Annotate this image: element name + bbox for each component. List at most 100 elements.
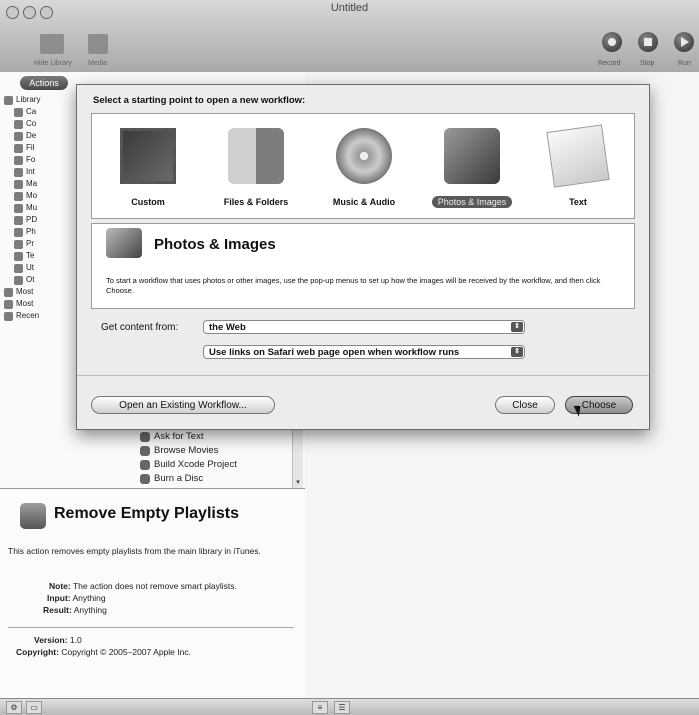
list-item[interactable]: Ask for Text — [140, 430, 290, 444]
library-item[interactable]: Pr — [4, 238, 74, 250]
media-icon — [88, 34, 108, 54]
smart-folder-icon — [4, 311, 13, 321]
action-description: This action removes empty playlists from… — [8, 546, 261, 556]
text-icon — [546, 124, 610, 188]
list-item[interactable]: Burn a Disc — [140, 472, 290, 486]
library-item[interactable]: Most — [4, 298, 74, 310]
library-item[interactable]: De — [4, 130, 74, 142]
library-item[interactable]: PD — [4, 214, 74, 226]
library-item[interactable]: Ot — [4, 274, 74, 286]
divider — [8, 627, 294, 628]
library-item[interactable]: Ph — [4, 226, 74, 238]
version-row: Version: 1.0 — [34, 635, 82, 645]
library-item[interactable]: Ma — [4, 178, 74, 190]
list-item[interactable]: Build Xcode Project — [140, 458, 290, 472]
input-row: Input: Anything — [47, 593, 106, 603]
library-item[interactable]: Ca — [4, 106, 74, 118]
ask-text-icon — [140, 432, 150, 442]
hide-library-button[interactable]: Hide Library — [34, 34, 76, 70]
category-label: Music & Audio — [332, 197, 396, 207]
links-popup[interactable]: Use links on Safari web page open when w… — [203, 345, 525, 359]
popup-arrows-icon: ⇕ — [511, 347, 523, 357]
scroll-down-arrow-icon[interactable]: ▾ — [293, 478, 303, 488]
files-icon — [14, 143, 23, 153]
get-content-popup[interactable]: the Web ⇕ — [203, 320, 525, 334]
close-button[interactable]: Close — [495, 396, 555, 414]
contacts-icon — [14, 119, 23, 129]
library-item[interactable]: Fil — [4, 142, 74, 154]
music-icon — [14, 203, 23, 213]
library-item[interactable]: Co — [4, 118, 74, 130]
sheet-prompt: Select a starting point to open a new wo… — [93, 95, 306, 106]
hide-library-label: Hide Library — [34, 60, 72, 67]
starting-point-chooser: Custom Files & Folders Music & Audio Pho… — [91, 113, 635, 219]
presentations-icon — [14, 239, 23, 249]
open-existing-workflow-button[interactable]: Open an Existing Workflow... — [91, 396, 275, 414]
music-icon — [336, 128, 392, 184]
window-title: Untitled — [330, 2, 369, 14]
mail-icon — [14, 179, 23, 189]
action-list: Ask for Text Browse Movies Build Xcode P… — [140, 430, 290, 486]
finder-icon — [228, 128, 284, 184]
copyright-row: Copyright: Copyright © 2005–2007 Apple I… — [16, 647, 191, 657]
media-button[interactable]: Media — [86, 34, 116, 70]
library-item[interactable]: Mu — [4, 202, 74, 214]
custom-icon — [120, 128, 176, 184]
stop-button[interactable]: Stop — [636, 0, 662, 72]
run-label: Run — [678, 60, 691, 67]
category-label: Photos & Images — [422, 196, 522, 208]
category-text[interactable]: Text — [528, 114, 628, 218]
photos-icon — [106, 228, 142, 258]
photos-icon — [444, 128, 500, 184]
library-item[interactable]: Mo — [4, 190, 74, 202]
folder-icon — [4, 95, 13, 105]
library-list: Library Ca Co De Fil Fo Int Ma Mo Mu PD … — [4, 94, 74, 322]
category-custom[interactable]: Custom — [98, 114, 198, 218]
fonts-icon — [14, 155, 23, 165]
category-files-folders[interactable]: Files & Folders — [206, 114, 306, 218]
automator-window: Untitled Hide Library Media Record Stop … — [0, 0, 699, 715]
itunes-icon — [20, 503, 46, 529]
category-photos-images[interactable]: Photos & Images — [422, 114, 522, 218]
bottom-bar: ⚙ ▭ ≡ ☰ — [0, 698, 699, 715]
library-item[interactable]: Int — [4, 166, 74, 178]
actions-tab[interactable]: Actions — [20, 76, 68, 90]
stop-label: Stop — [640, 60, 655, 67]
calendar-icon — [14, 107, 23, 117]
starting-point-sheet: Select a starting point to open a new wo… — [76, 84, 650, 430]
developer-icon — [14, 131, 23, 141]
other-icon — [14, 275, 23, 285]
library-item[interactable]: Te — [4, 250, 74, 262]
library-item[interactable]: Ut — [4, 262, 74, 274]
list-view-icon[interactable]: ≡ — [312, 701, 328, 714]
record-label: Record — [598, 60, 621, 67]
popup-arrows-icon: ⇕ — [511, 322, 523, 332]
gear-icon[interactable]: ⚙ — [6, 701, 22, 714]
browse-movies-icon — [140, 446, 150, 456]
run-button[interactable]: Run — [670, 0, 699, 72]
stop-icon — [638, 32, 658, 52]
category-music-audio[interactable]: Music & Audio — [314, 114, 414, 218]
library-item[interactable]: Library — [4, 94, 74, 106]
utilities-icon — [14, 263, 23, 273]
log-view-icon[interactable]: ☰ — [334, 701, 350, 714]
photos-icon — [14, 227, 23, 237]
pdf-icon — [14, 215, 23, 225]
record-icon — [602, 32, 622, 52]
category-label: Files & Folders — [223, 197, 289, 207]
category-label: Custom — [131, 197, 165, 207]
record-button[interactable]: Record — [598, 0, 628, 72]
xcode-icon — [140, 460, 150, 470]
burn-disc-icon — [140, 474, 150, 484]
description-toggle-icon[interactable]: ▭ — [26, 701, 42, 714]
category-title: Photos & Images — [154, 236, 276, 253]
library-item[interactable]: Fo — [4, 154, 74, 166]
list-item[interactable]: Browse Movies — [140, 444, 290, 458]
result-row: Result: Anything — [43, 605, 107, 615]
toolbar: Untitled Hide Library Media Record Stop … — [0, 0, 699, 73]
library-item[interactable]: Most — [4, 286, 74, 298]
category-info: Photos & Images To start a workflow that… — [91, 223, 635, 309]
category-description: To start a workflow that uses photos or … — [106, 276, 601, 295]
library-icon — [40, 34, 64, 54]
library-item[interactable]: Recen — [4, 310, 74, 322]
